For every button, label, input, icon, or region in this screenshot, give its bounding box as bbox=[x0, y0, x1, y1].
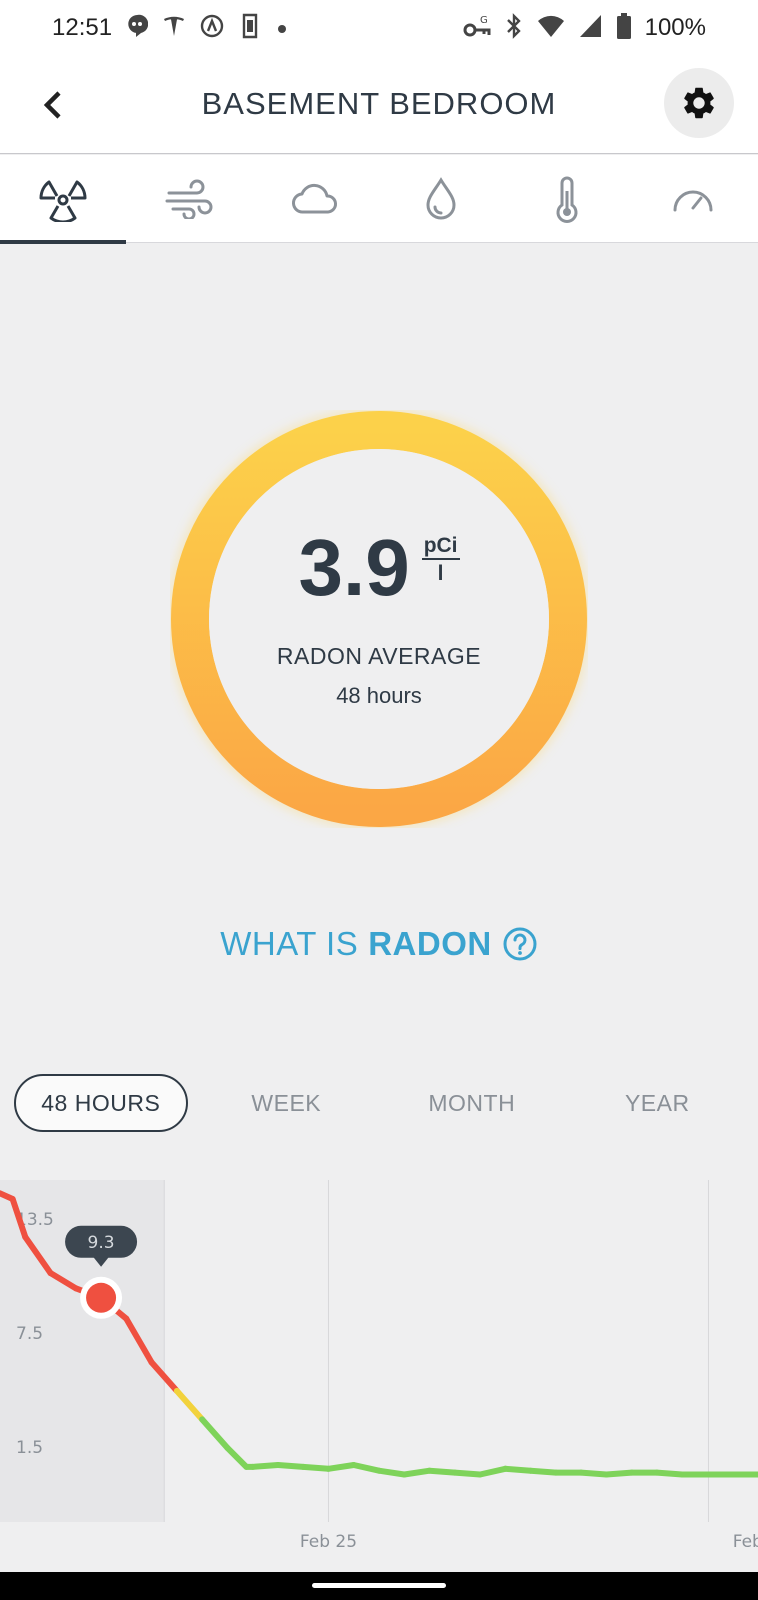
chart-line-segment bbox=[274, 1462, 307, 1470]
radon-unit: pCi l bbox=[421, 534, 460, 587]
gear-icon bbox=[684, 87, 714, 119]
chart-line-segment bbox=[477, 1465, 509, 1478]
radon-value: 3.9 bbox=[298, 523, 410, 612]
radon-gauge: 3.9 pCi l RADON AVERAGE 48 hours bbox=[170, 410, 588, 828]
chart-highlight-point bbox=[86, 1282, 117, 1313]
svg-text:G: G bbox=[480, 15, 488, 26]
pressure-gauge-icon bbox=[673, 190, 713, 212]
page-title: BASEMENT BEDROOM bbox=[201, 86, 557, 121]
chart-line-segment bbox=[300, 1463, 332, 1472]
wifi-icon bbox=[537, 14, 565, 42]
cell-signal-icon bbox=[579, 14, 603, 42]
app-header: BASEMENT BEDROOM bbox=[0, 56, 758, 154]
range-tab-month[interactable]: MONTH bbox=[385, 1074, 558, 1132]
wind-icon bbox=[165, 179, 213, 219]
range-tab-year[interactable]: YEAR bbox=[571, 1074, 744, 1132]
unit-numerator: pCi bbox=[421, 534, 460, 561]
battery-icon bbox=[616, 13, 631, 43]
chart-line-segment bbox=[653, 1469, 686, 1478]
tab-pressure[interactable] bbox=[630, 155, 756, 243]
chart-line-segment bbox=[502, 1465, 534, 1474]
info-link-keyword: RADON bbox=[368, 925, 492, 962]
tab-temperature[interactable] bbox=[504, 155, 630, 243]
tab-radon[interactable] bbox=[0, 155, 126, 244]
chart-line-segment bbox=[376, 1467, 408, 1478]
vpn-key-icon: G bbox=[463, 14, 491, 42]
sensor-tabs bbox=[0, 155, 758, 244]
what-is-radon-link[interactable]: WHAT IS RADON bbox=[0, 925, 758, 963]
status-time: 12:51 bbox=[52, 14, 113, 41]
tab-wind[interactable] bbox=[126, 155, 252, 243]
status-left: 12:51 bbox=[52, 13, 288, 43]
gauge-ring bbox=[170, 410, 588, 828]
range-tab-week[interactable]: WEEK bbox=[200, 1074, 373, 1132]
assistant-icon bbox=[200, 14, 224, 42]
humidity-drop-icon bbox=[426, 177, 456, 220]
chart-line-segment bbox=[578, 1469, 610, 1478]
settings-button[interactable] bbox=[664, 68, 734, 138]
radon-history-chart[interactable]: 13.5 7.5 1.5 Feb 25 Feb 9.3 bbox=[0, 1180, 758, 1572]
cloud-icon bbox=[292, 183, 337, 214]
chart-tooltip-label: 9.3 bbox=[88, 1233, 115, 1253]
chart-x-tick-label: Feb bbox=[733, 1532, 758, 1552]
thermometer-icon bbox=[556, 176, 578, 223]
unit-denominator: l bbox=[437, 562, 444, 586]
chart-svg: 13.57.51.5Feb 25 Feb9.3 bbox=[0, 1180, 758, 1552]
watch-icon bbox=[238, 13, 262, 43]
system-nav-bar bbox=[0, 1572, 758, 1600]
tab-humidity[interactable] bbox=[378, 155, 504, 243]
range-tabs: 48 HOURS WEEK MONTH YEAR bbox=[14, 1074, 744, 1132]
chart-line-segment bbox=[350, 1462, 382, 1474]
gauge-sublabel: 48 hours bbox=[336, 683, 422, 708]
range-tab-48-hours[interactable]: 48 HOURS bbox=[14, 1074, 188, 1132]
bluetooth-icon bbox=[505, 13, 523, 43]
chart-line-segment bbox=[325, 1462, 357, 1472]
chart-line-segment bbox=[401, 1467, 433, 1478]
dot-icon bbox=[276, 17, 288, 39]
chart-line-segment bbox=[224, 1444, 250, 1470]
chart-line-segment bbox=[426, 1467, 458, 1476]
chart-line-segment bbox=[603, 1469, 635, 1478]
info-link-prefix: WHAT IS bbox=[220, 925, 359, 962]
chart-line-segment bbox=[173, 1387, 206, 1423]
tab-air-quality[interactable] bbox=[252, 155, 378, 243]
radon-icon bbox=[39, 180, 87, 222]
chart-line-segment bbox=[199, 1416, 231, 1451]
status-right: G 100% bbox=[463, 13, 706, 43]
home-indicator[interactable] bbox=[312, 1583, 446, 1588]
chart-line-segment bbox=[249, 1462, 281, 1470]
chart-line-segment bbox=[451, 1469, 484, 1478]
help-circle-icon bbox=[503, 927, 537, 961]
battery-percent: 100% bbox=[644, 14, 706, 41]
status-bar: 12:51 G 100% bbox=[0, 0, 758, 56]
tesla-icon bbox=[162, 14, 186, 42]
chart-y-tick-label: 7.5 bbox=[16, 1324, 43, 1344]
gauge-label: RADON AVERAGE bbox=[276, 643, 482, 669]
gauge-value-row: 3.9 pCi l bbox=[170, 528, 588, 608]
chart-y-tick-label: 1.5 bbox=[16, 1438, 43, 1458]
chart-line-segment bbox=[527, 1467, 559, 1476]
chart-x-tick-label: Feb 25 bbox=[300, 1532, 357, 1552]
hangouts-icon bbox=[126, 14, 149, 42]
